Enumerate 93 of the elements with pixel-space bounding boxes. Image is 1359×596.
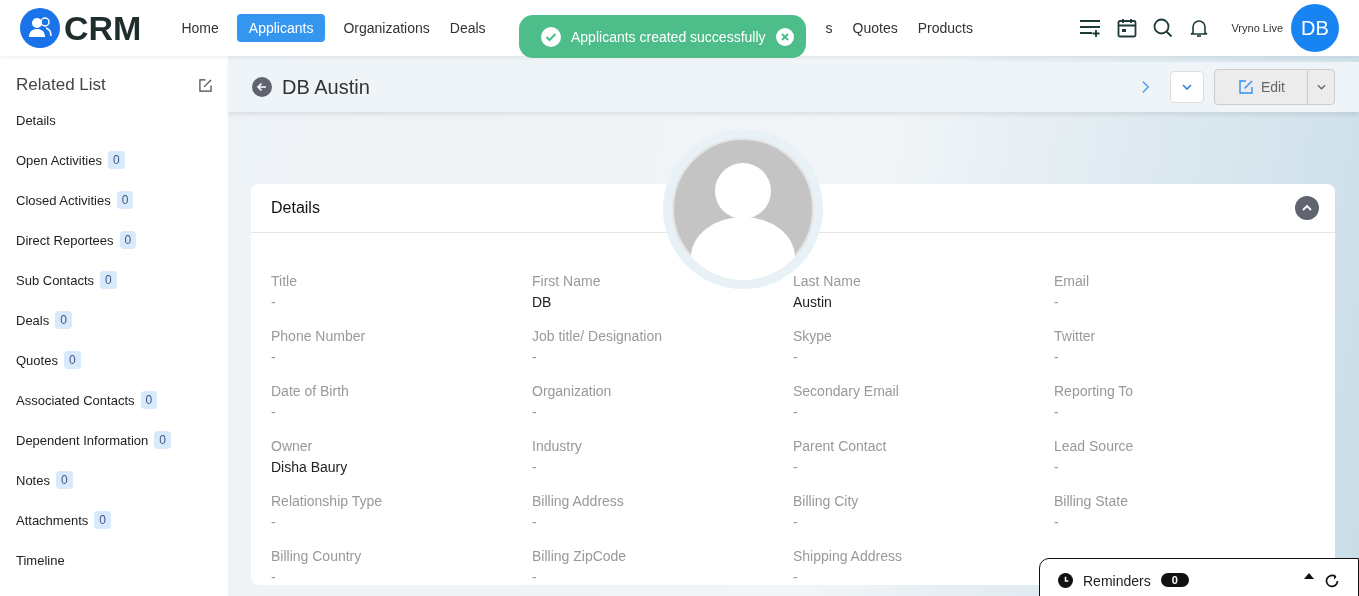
field-value: - <box>1054 404 1060 420</box>
field-value: - <box>1054 459 1060 475</box>
field-label: Owner <box>271 438 314 454</box>
field-label: Industry <box>532 438 583 454</box>
field-label: Twitter <box>1054 328 1097 344</box>
field-value: Austin <box>793 294 833 310</box>
field-label: Billing Address <box>532 493 625 509</box>
field-value: - <box>793 404 799 420</box>
field-label: Job title/ Designation <box>532 328 663 344</box>
edit-icon <box>1238 80 1253 94</box>
related-list-link[interactable]: Open Activities <box>16 152 102 168</box>
field-label: Secondary Email <box>793 383 900 399</box>
field-value: - <box>1054 349 1060 365</box>
field-value: Disha Baury <box>271 459 349 475</box>
field-label: Relationship Type <box>271 493 384 509</box>
field-label: Email <box>1054 273 1090 289</box>
collapse-icon[interactable] <box>1295 196 1319 220</box>
field-label: Shipping Address <box>793 548 903 564</box>
bell-icon[interactable] <box>1189 18 1210 38</box>
field-label: Billing Country <box>271 548 363 564</box>
search-icon[interactable] <box>1153 18 1174 38</box>
count-badge: 0 <box>63 351 81 369</box>
count-badge: 0 <box>154 431 171 449</box>
related-list-link[interactable]: Closed Activities <box>16 192 111 208</box>
field-label: Title <box>271 273 298 289</box>
count-badge: 0 <box>55 311 72 329</box>
field-value: - <box>532 514 538 530</box>
field-value: - <box>271 294 277 310</box>
field-label: Reporting To <box>1054 383 1135 399</box>
user-avatar[interactable]: DB <box>1291 4 1339 52</box>
field-value: DB <box>532 294 553 310</box>
field-label: Date of Birth <box>271 383 350 399</box>
field-value: - <box>532 569 538 585</box>
caret-icon <box>1316 84 1326 90</box>
nav-tab[interactable]: Home <box>169 14 231 42</box>
field-label: Billing City <box>793 493 860 509</box>
sidebar-title: Related List <box>16 75 106 95</box>
related-list-link[interactable]: Notes <box>16 472 50 488</box>
related-list-link[interactable]: Deals <box>16 312 50 328</box>
field-label: First Name <box>532 273 602 289</box>
related-list-link[interactable]: Quotes <box>16 352 58 368</box>
clock-icon <box>1058 573 1073 588</box>
record-title: DB Austin <box>282 75 370 99</box>
back-icon[interactable] <box>252 77 272 97</box>
field-value: - <box>532 404 538 420</box>
section-title: Details <box>271 199 320 217</box>
check-icon <box>541 26 561 47</box>
field-value: - <box>793 459 799 475</box>
toast-message: Applicants created successfully <box>571 28 766 45</box>
related-list-link[interactable]: Sub Contacts <box>16 272 95 288</box>
count-badge: 0 <box>140 391 158 409</box>
users-logo-icon <box>20 8 60 48</box>
field-value: - <box>271 514 277 530</box>
refresh-icon[interactable] <box>1324 573 1340 589</box>
field-label: Parent Contact <box>793 438 888 454</box>
count-badge: 0 <box>1160 573 1189 587</box>
count-badge: 0 <box>55 471 73 489</box>
field-value: - <box>793 349 799 365</box>
field-label: Lead Source <box>1054 438 1135 454</box>
field-label: Billing ZipCode <box>532 548 628 564</box>
related-list-link[interactable]: Details <box>16 112 56 128</box>
field-label: Phone Number <box>271 328 367 344</box>
brand-name: CRM <box>64 8 142 48</box>
count-badge: 0 <box>100 271 117 289</box>
related-list-link[interactable]: Attachments <box>16 512 89 528</box>
reminders-label: Reminders <box>1083 573 1151 589</box>
field-label: Last Name <box>793 273 862 289</box>
related-list-link[interactable]: Direct Reportees <box>16 232 114 248</box>
field-value: - <box>532 349 538 365</box>
account-name: Vryno Live <box>1231 22 1283 34</box>
add-list-icon[interactable] <box>1079 19 1102 37</box>
calendar-icon[interactable] <box>1117 18 1138 38</box>
field-value: - <box>271 349 277 365</box>
field-label: Billing State <box>1054 493 1129 509</box>
field-value: - <box>793 569 799 585</box>
related-list-link[interactable]: Dependent Information <box>16 432 149 448</box>
field-label: Skype <box>793 328 833 344</box>
caret-up-icon[interactable] <box>1304 573 1314 579</box>
count-badge: 0 <box>94 511 111 529</box>
field-value: - <box>793 514 799 530</box>
field-value: - <box>271 404 277 420</box>
field-value: - <box>1054 294 1060 310</box>
related-list-link[interactable]: Timeline <box>16 552 65 568</box>
field-value: - <box>532 459 538 475</box>
field-value: - <box>271 569 277 585</box>
chevron-down-icon <box>1181 84 1192 90</box>
edit-icon[interactable] <box>199 78 212 92</box>
field-value: - <box>1054 514 1060 530</box>
count-badge: 0 <box>116 191 134 209</box>
related-list-link[interactable]: Associated Contacts <box>16 392 135 408</box>
count-badge: 0 <box>119 231 137 249</box>
field-label: Organization <box>532 383 613 399</box>
count-badge: 0 <box>108 151 125 169</box>
